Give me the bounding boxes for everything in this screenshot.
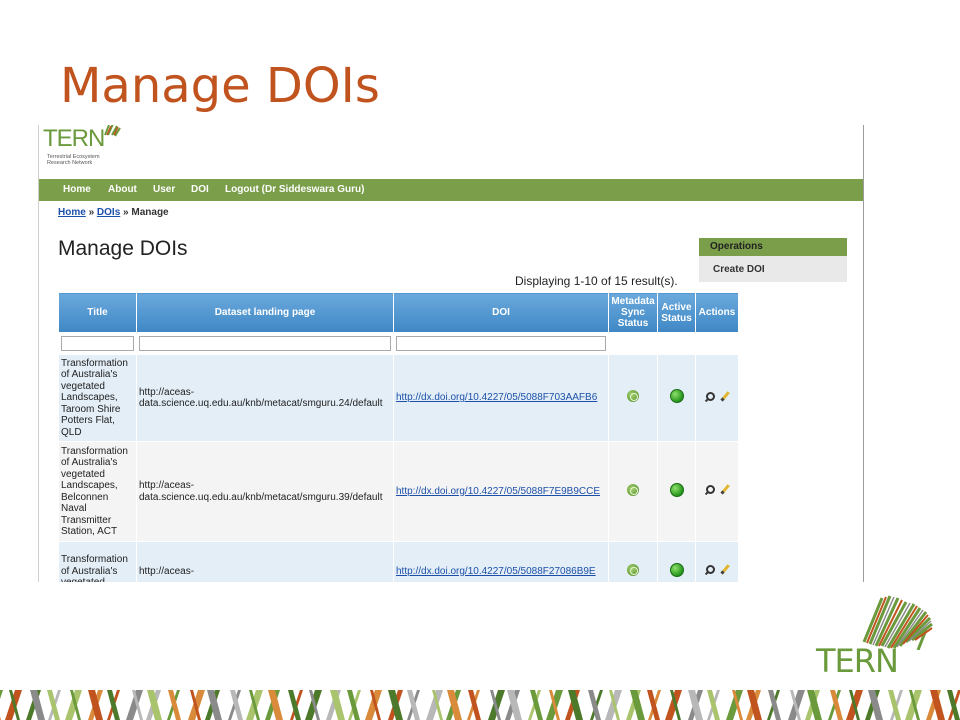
view-icon[interactable] [704,485,715,495]
column-header-sync[interactable]: Metadata Sync Status [608,292,658,333]
nav-about[interactable]: About [108,184,137,195]
tern-brand-logo: TERN [812,590,942,682]
embedded-screenshot: TERN Terrestrial Ecosystem Research Netw… [38,125,864,582]
create-doi-link[interactable]: Create DOI [699,256,847,282]
doi-filter-input[interactable] [396,336,606,351]
landing-filter-input[interactable] [139,336,391,351]
doi-link[interactable]: http://dx.doi.org/10.4227/05/5088F703AAF… [396,392,597,403]
active-status-icon [669,562,684,577]
table-row: Transformation of Australia's vegetated … [58,541,739,582]
footer-stripe [0,690,3,699]
doi-link[interactable]: http://dx.doi.org/10.4227/05/5088F27086B… [396,566,596,577]
nav-home[interactable]: Home [63,184,91,195]
breadcrumb: Home » DOIs » Manage [58,207,169,218]
view-icon[interactable] [704,565,715,575]
sync-status-icon [627,563,639,576]
sync-status-icon [627,390,639,403]
edit-icon[interactable] [720,564,731,575]
title-filter-input[interactable] [61,336,134,351]
active-status-icon [669,389,684,404]
edit-icon[interactable] [720,484,731,495]
site-logo[interactable]: TERN [43,125,105,153]
main-navbar: Home About User DOI Logout (Dr Siddeswar… [39,179,863,201]
page-heading: Manage DOIs [58,237,188,260]
sync-status-icon [627,483,639,496]
table-row: Transformation of Australia's vegetated … [58,354,739,442]
nav-logout[interactable]: Logout (Dr Siddeswara Guru) [225,184,364,195]
brand-logo-text: TERN [816,642,899,680]
view-icon[interactable] [704,391,715,402]
result-summary: Displaying 1-10 of 15 result(s). [515,274,678,288]
nav-user[interactable]: User [153,184,175,195]
cell-landing: http://aceas-data.science.uq.edu.au/knb/… [136,441,394,542]
column-header-title[interactable]: Title [58,292,137,333]
breadcrumb-dois-link[interactable]: DOIs [97,207,120,218]
breadcrumb-home-link[interactable]: Home [58,207,86,218]
australia-map-icon [862,595,933,650]
column-header-active[interactable]: Active Status [657,292,696,333]
cell-title: Transformation of Australia's vegetated [58,541,137,582]
column-header-landing[interactable]: Dataset landing page [136,292,394,333]
operations-header: Operations [699,238,847,256]
site-logo-subtitle: Terrestrial Ecosystem Research Network [47,154,100,166]
active-status-icon [669,482,684,497]
australia-logo-icon [104,125,121,137]
cell-title: Transformation of Australia's vegetated … [58,354,137,442]
column-header-doi[interactable]: DOI [393,292,609,333]
site-header: TERN Terrestrial Ecosystem Research Netw… [39,125,863,179]
cell-title: Transformation of Australia's vegetated … [58,441,137,542]
cell-landing: http://aceas- [136,541,394,582]
doi-link[interactable]: http://dx.doi.org/10.4227/05/5088F7E9B9C… [396,486,600,497]
decorative-footer-band [0,690,960,720]
doi-table: Title Dataset landing page DOI Metadata … [58,292,739,582]
column-header-actions: Actions [695,292,739,333]
nav-doi[interactable]: DOI [191,184,209,195]
slide-title: Manage DOIs [60,58,380,114]
operations-panel: Operations Create DOI [699,238,847,282]
filter-row [58,332,739,355]
breadcrumb-current: Manage [131,207,169,218]
table-row: Transformation of Australia's vegetated … [58,441,739,542]
edit-icon[interactable] [720,391,731,402]
cell-landing: http://aceas-data.science.uq.edu.au/knb/… [136,354,394,442]
